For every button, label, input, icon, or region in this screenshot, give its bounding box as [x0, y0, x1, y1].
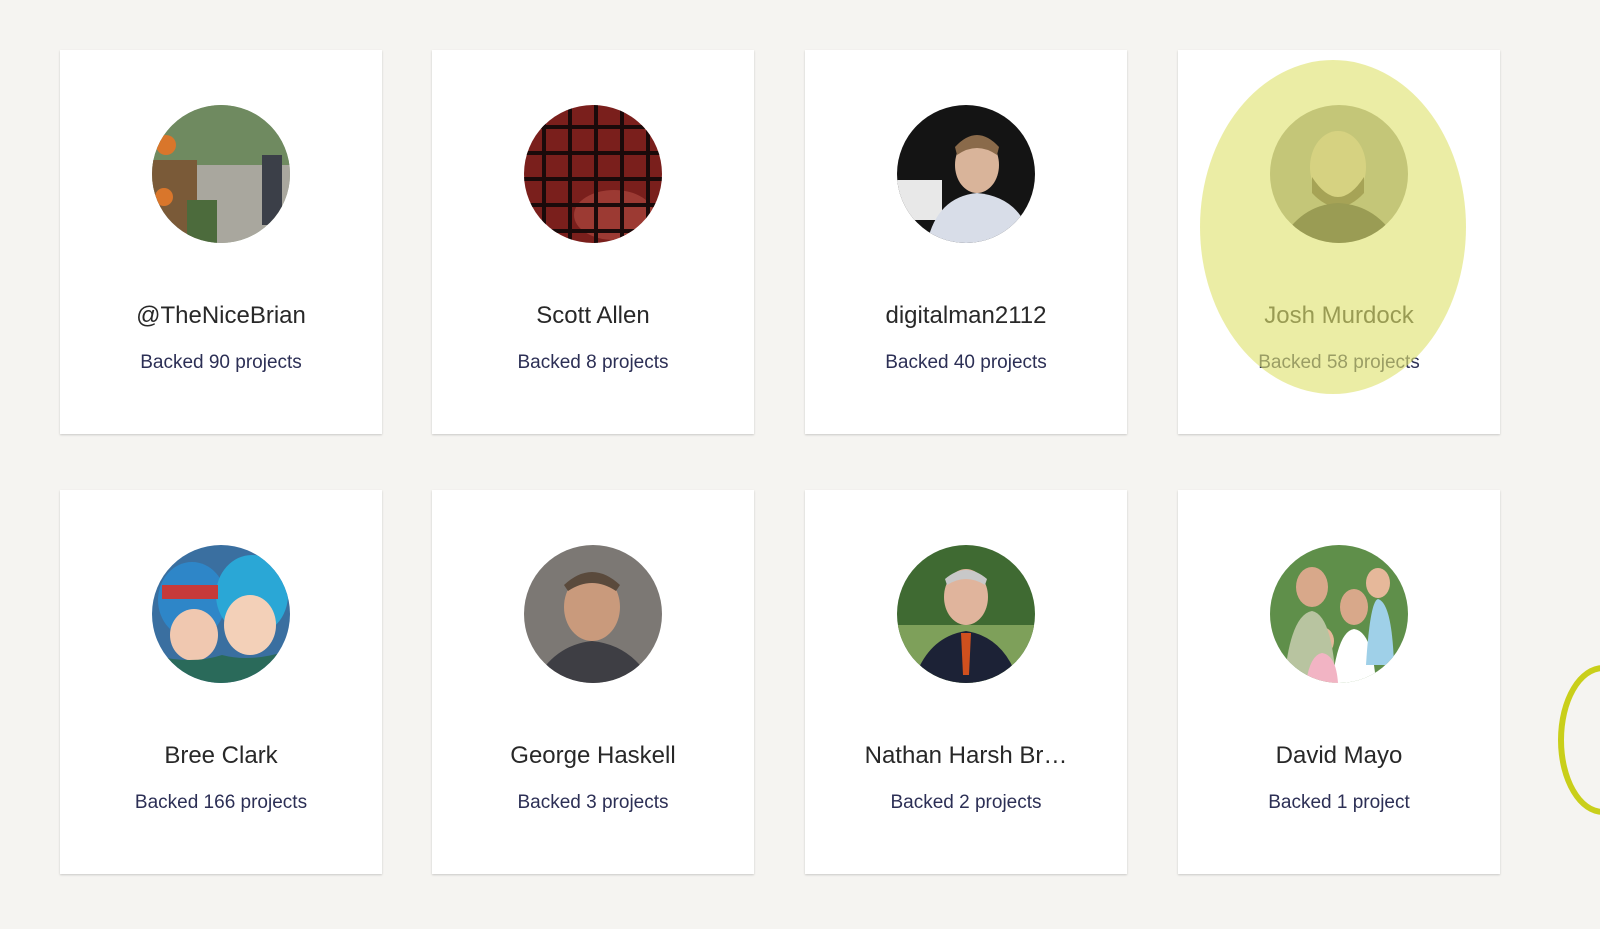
man-in-shirt-photo-icon — [897, 105, 1035, 243]
cursor-indicator — [1558, 665, 1600, 815]
backed-count: Backed 58 projects — [1258, 352, 1420, 373]
backed-count: Backed 166 projects — [134, 792, 308, 813]
backer-name[interactable]: Josh Murdock — [1178, 302, 1500, 330]
avatar[interactable] — [152, 545, 290, 683]
avatar[interactable] — [524, 545, 662, 683]
avatar[interactable] — [1270, 545, 1408, 683]
avatar[interactable] — [1270, 105, 1408, 243]
market-photo-icon — [152, 105, 290, 243]
backed-count: Backed 2 projects — [890, 792, 1042, 813]
family-photo-icon — [1270, 545, 1408, 683]
backer-card[interactable]: Josh Murdock Backed 58 projects — [1178, 50, 1500, 434]
backer-name[interactable]: digitalman2112 — [805, 302, 1127, 330]
winter-hats-photo-icon — [152, 545, 290, 683]
backed-count: Backed 3 projects — [517, 792, 669, 813]
backer-name[interactable]: George Haskell — [432, 742, 754, 770]
backer-name[interactable]: Nathan Harsh Br… — [805, 742, 1127, 770]
avatar[interactable] — [897, 545, 1035, 683]
backer-card[interactable]: David Mayo Backed 1 project — [1178, 490, 1500, 874]
backed-count: Backed 1 project — [1268, 792, 1410, 813]
backed-count: Backed 8 projects — [517, 352, 669, 373]
backer-card[interactable]: Bree Clark Backed 166 projects — [60, 490, 382, 874]
backer-name[interactable]: Bree Clark — [60, 742, 382, 770]
man-in-suit-photo-icon — [897, 545, 1035, 683]
smiling-man-photo-icon — [524, 545, 662, 683]
backer-card[interactable]: @TheNiceBrian Backed 90 projects — [60, 50, 382, 434]
backer-name[interactable]: @TheNiceBrian — [60, 302, 382, 330]
backer-name[interactable]: Scott Allen — [432, 302, 754, 330]
bearded-man-photo-icon — [1270, 105, 1408, 243]
avatar[interactable] — [524, 105, 662, 243]
backed-count: Backed 90 projects — [140, 352, 302, 373]
backer-card[interactable]: George Haskell Backed 3 projects — [432, 490, 754, 874]
backer-card[interactable]: digitalman2112 Backed 40 projects — [805, 50, 1127, 434]
backer-name[interactable]: David Mayo — [1178, 742, 1500, 770]
backer-card[interactable]: Scott Allen Backed 8 projects — [432, 50, 754, 434]
red-grid-photo-icon — [524, 105, 662, 243]
backer-card[interactable]: Nathan Harsh Br… Backed 2 projects — [805, 490, 1127, 874]
avatar[interactable] — [897, 105, 1035, 243]
backed-count: Backed 40 projects — [885, 352, 1047, 373]
avatar[interactable] — [152, 105, 290, 243]
